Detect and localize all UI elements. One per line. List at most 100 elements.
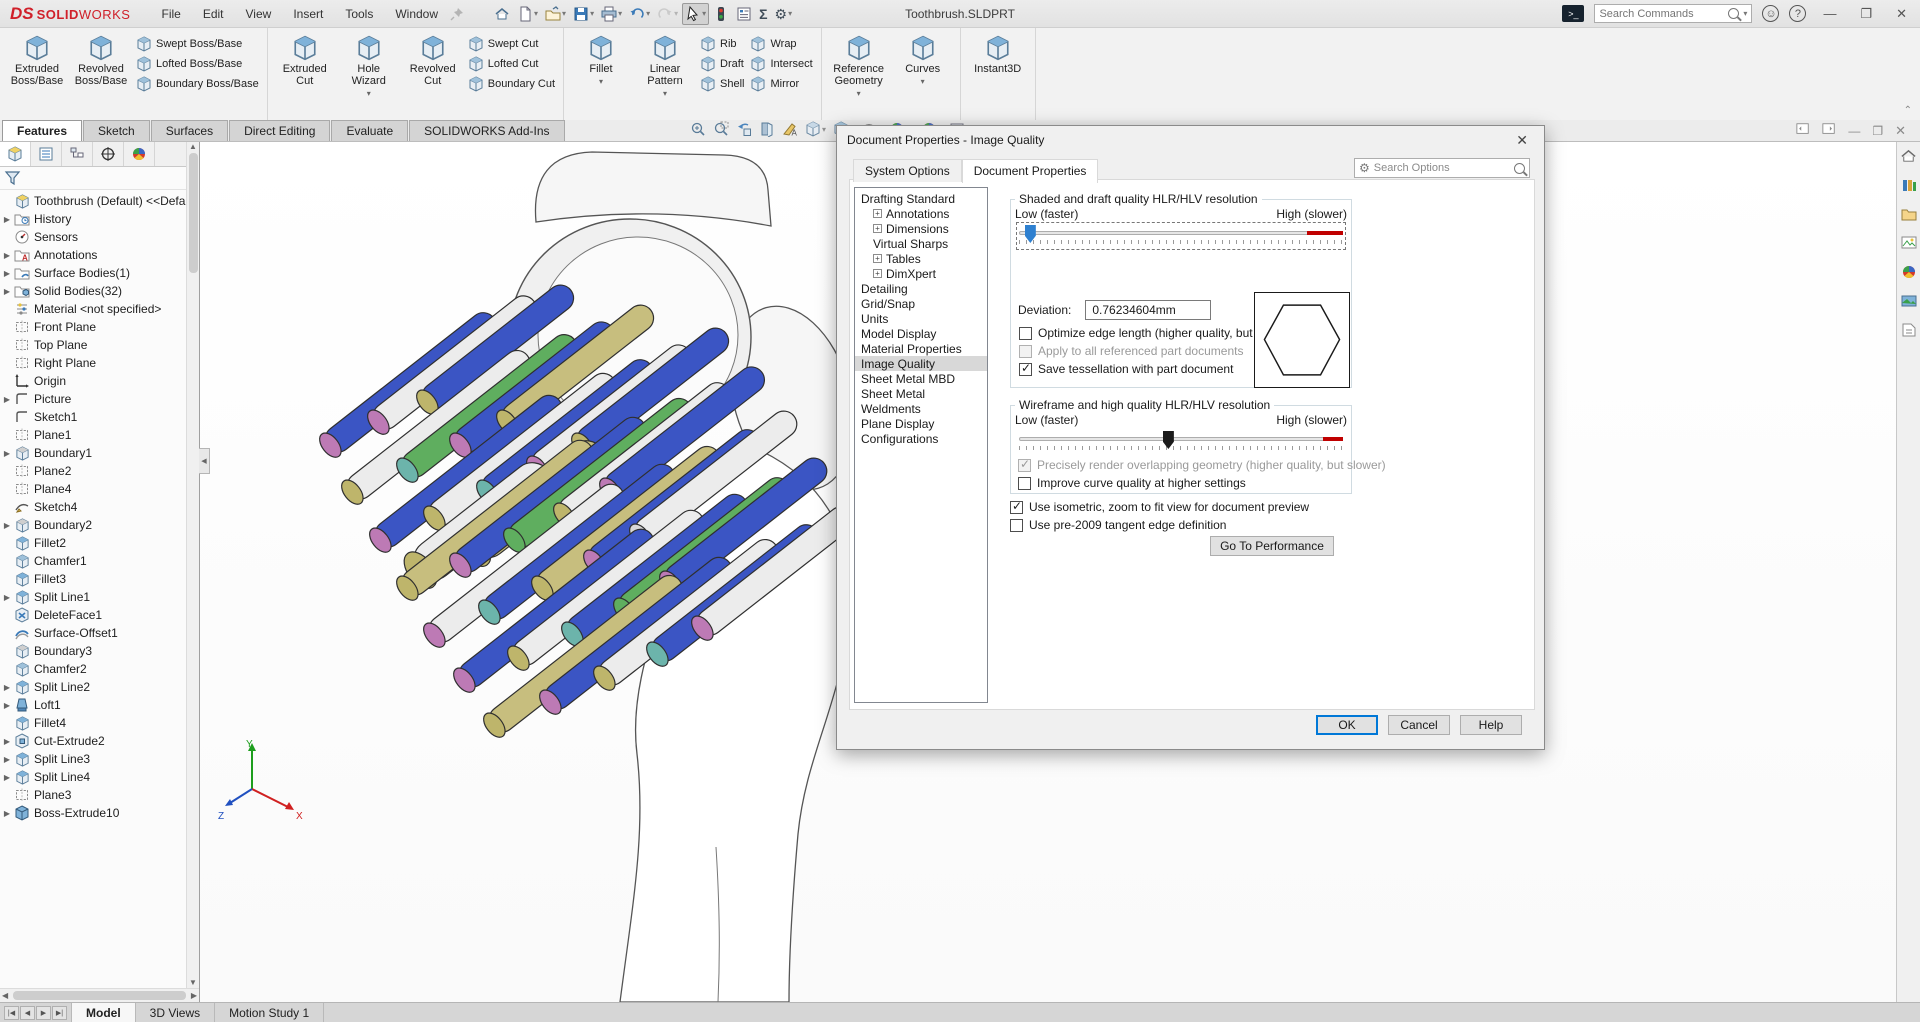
menu-view[interactable]: View	[237, 4, 281, 24]
checkbox[interactable]	[1019, 363, 1032, 376]
tree-item-history[interactable]: ▶History	[0, 210, 199, 228]
fm-tab-part-manager[interactable]	[0, 142, 31, 166]
search-commands-box[interactable]: ▾	[1594, 4, 1752, 23]
nav-prev-icon[interactable]: ◀	[20, 1006, 35, 1020]
expand-arrow-icon[interactable]: ▶	[0, 773, 14, 782]
options-tree-units[interactable]: Units	[855, 311, 987, 326]
feature-tree-vscrollbar[interactable]: ▲▼	[186, 142, 199, 988]
bottom-tab-motion-study-1[interactable]: Motion Study 1	[215, 1003, 324, 1022]
expand-arrow-icon[interactable]: ▶	[0, 251, 14, 260]
options-tree-image-quality[interactable]: Image Quality	[855, 356, 987, 371]
section-view-icon[interactable]	[759, 121, 775, 137]
ribbon-collapse-icon[interactable]: ⌃	[1904, 105, 1912, 116]
checkbox[interactable]	[1018, 477, 1031, 490]
mirror-button[interactable]: Mirror	[750, 76, 812, 92]
print-dropdown-icon[interactable]: ▾	[618, 9, 622, 18]
tree-item-solid-bodies-32-[interactable]: ▶Solid Bodies(32)	[0, 282, 199, 300]
nav-last-icon[interactable]: ▶|	[52, 1006, 67, 1020]
extruded-boss-button[interactable]: Extruded Boss/Base	[8, 32, 66, 87]
tree-item-fillet4[interactable]: Fillet4	[0, 714, 199, 732]
pane-left-icon[interactable]	[1796, 122, 1810, 139]
tab-sketch[interactable]: Sketch	[83, 120, 150, 141]
zoom-fit-icon[interactable]	[690, 121, 706, 137]
doc-restore-icon[interactable]: ❐	[1872, 124, 1883, 138]
tree-item-top-plane[interactable]: Top Plane	[0, 336, 199, 354]
tab-evaluate[interactable]: Evaluate	[331, 120, 408, 141]
hole-wizard-button[interactable]: Hole Wizard▾	[340, 32, 398, 98]
options-tree-detailing[interactable]: Detailing	[855, 281, 987, 296]
expander-icon[interactable]: +	[873, 224, 882, 233]
expander-icon[interactable]: +	[873, 209, 882, 218]
tree-item-plane2[interactable]: Plane2	[0, 462, 199, 480]
reference-geometry-dropdown-icon[interactable]: ▾	[857, 89, 861, 98]
pane-right-icon[interactable]	[1822, 122, 1836, 139]
lofted-cut-button[interactable]: Lofted Cut	[468, 56, 555, 72]
menu-file[interactable]: File	[152, 4, 189, 24]
tab-solidworks-add-ins[interactable]: SOLIDWORKS Add-Ins	[409, 120, 564, 141]
dialog-tab-system-options[interactable]: System Options	[853, 159, 962, 182]
revolved-cut-button[interactable]: Revolved Cut	[404, 32, 462, 87]
annotation-view-icon[interactable]: A	[782, 121, 798, 137]
tree-item-origin[interactable]: Origin	[0, 372, 199, 390]
go-to-performance-button[interactable]: Go To Performance	[1210, 536, 1334, 556]
menu-edit[interactable]: Edit	[194, 4, 233, 24]
lofted-boss-base-button[interactable]: Lofted Boss/Base	[136, 56, 259, 72]
tree-item-chamfer1[interactable]: Chamfer1	[0, 552, 199, 570]
bottom-tab-3d-views[interactable]: 3D Views	[136, 1003, 215, 1022]
options-tree-plane-display[interactable]: Plane Display	[855, 416, 987, 431]
select-cursor-dropdown-icon[interactable]: ▾	[702, 9, 706, 18]
minimize-button[interactable]: —	[1816, 4, 1843, 23]
tree-item-right-plane[interactable]: Right Plane	[0, 354, 199, 372]
fm-tab-property-manager[interactable]	[31, 142, 62, 166]
feature-tree-root[interactable]: Toothbrush (Default) <<Default>_Disp	[0, 192, 199, 210]
tree-item-surface-bodies-1-[interactable]: ▶Surface Bodies(1)	[0, 264, 199, 282]
view-orientation-icon[interactable]: ▾	[805, 121, 826, 137]
linear-pattern-button[interactable]: Linear Pattern▾	[636, 32, 694, 98]
boundary-cut-button[interactable]: Boundary Cut	[468, 76, 555, 92]
options-tree-drafting-standard[interactable]: Drafting Standard	[855, 191, 987, 206]
view-orientation-dropdown-icon[interactable]: ▾	[822, 125, 826, 134]
hole-wizard-dropdown-icon[interactable]: ▾	[367, 89, 371, 98]
expand-arrow-icon[interactable]: ▶	[0, 449, 14, 458]
tree-item-boundary3[interactable]: Boundary3	[0, 642, 199, 660]
expand-arrow-icon[interactable]: ▶	[0, 593, 14, 602]
print-button[interactable]: ▾	[598, 3, 625, 25]
cb-use-isometric-zoom-to-fit-view-for-docum[interactable]: Use isometric, zoom to fit view for docu…	[1010, 498, 1309, 516]
dialog-titlebar[interactable]: Document Properties - Image Quality ✕	[837, 126, 1544, 154]
options-tree-sheet-metal[interactable]: Sheet Metal	[855, 386, 987, 401]
fm-tab-display-manager[interactable]	[124, 142, 155, 166]
dialog-close-icon[interactable]: ✕	[1510, 132, 1534, 149]
fm-tab-configuration-manager[interactable]	[62, 142, 93, 166]
fillet-button[interactable]: Fillet▾	[572, 32, 630, 86]
expand-arrow-icon[interactable]: ▶	[0, 287, 14, 296]
new-file-dropdown-icon[interactable]: ▾	[534, 9, 538, 18]
cb-precisely-render-overlapping-geometry-hi[interactable]: Precisely render overlapping geometry (h…	[1018, 456, 1386, 474]
options-tree-annotations[interactable]: +Annotations	[855, 206, 987, 221]
extruded-cut-button[interactable]: Extruded Cut	[276, 32, 334, 87]
curves-dropdown-icon[interactable]: ▾	[921, 77, 925, 86]
tree-item-boss-extrude10[interactable]: ▶Boss-Extrude10	[0, 804, 199, 822]
menu-insert[interactable]: Insert	[284, 4, 332, 24]
equations-button[interactable]: Σ	[756, 3, 770, 25]
tree-item-sensors[interactable]: Sensors	[0, 228, 199, 246]
expander-icon[interactable]: +	[873, 269, 882, 278]
tree-item-chamfer2[interactable]: Chamfer2	[0, 660, 199, 678]
new-file-button[interactable]: ▾	[514, 3, 541, 25]
tree-item-split-line2[interactable]: ▶Split Line2	[0, 678, 199, 696]
redo-button[interactable]: ▾	[654, 3, 681, 25]
home-button[interactable]	[491, 3, 513, 25]
save-button[interactable]: ▾	[570, 3, 597, 25]
options-tree-virtual-sharps[interactable]: Virtual Sharps	[855, 236, 987, 251]
search-icon[interactable]	[1728, 8, 1739, 19]
tree-item-material-not-specified-[interactable]: Material <not specified>	[0, 300, 199, 318]
rebuild-button[interactable]	[710, 3, 732, 25]
tree-item-deleteface1[interactable]: DeleteFace1	[0, 606, 199, 624]
open-file-dropdown-icon[interactable]: ▾	[562, 9, 566, 18]
expander-icon[interactable]: +	[873, 254, 882, 263]
expand-arrow-icon[interactable]: ▶	[0, 215, 14, 224]
zoom-area-icon[interactable]	[713, 121, 729, 137]
dialog-search-box[interactable]: ⚙ Search Options	[1354, 158, 1530, 178]
tree-item-cut-extrude2[interactable]: ▶Cut-Extrude2	[0, 732, 199, 750]
expand-arrow-icon[interactable]: ▶	[0, 809, 14, 818]
previous-view-icon[interactable]	[736, 121, 752, 137]
